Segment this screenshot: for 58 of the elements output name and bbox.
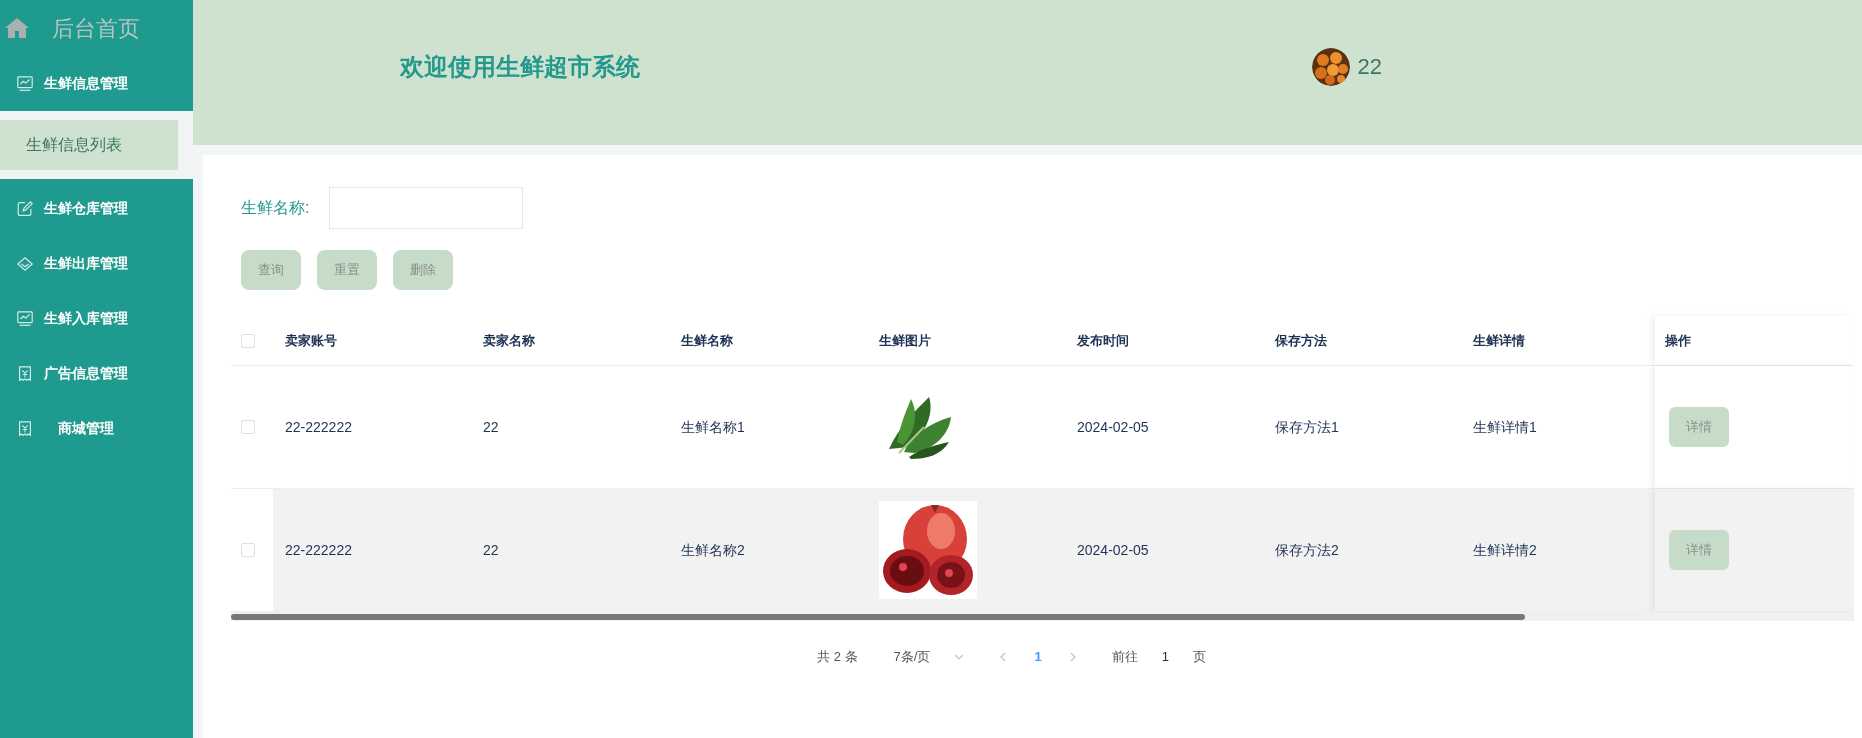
column-header: 保存方法 [1275, 332, 1327, 348]
page-suffix: 页 [1192, 648, 1206, 666]
submenu-item[interactable]: 生鲜信息列表 [0, 120, 178, 170]
column-header: 生鲜名称 [681, 332, 733, 348]
table-cell-text: 22 [483, 417, 499, 437]
column-header: 生鲜详情 [1473, 332, 1525, 348]
goto-label: 前往 [1111, 648, 1138, 666]
table-cell-text: 生鲜名称2 [681, 540, 745, 560]
chevron-down-icon [954, 653, 965, 660]
chart-icon [16, 74, 34, 93]
checkbox[interactable] [241, 333, 255, 348]
input-field[interactable] [329, 187, 524, 229]
sidebar-item[interactable]: 生鲜信息管理 [0, 56, 193, 111]
sidebar-item[interactable]: 生鲜出库管理 [0, 236, 193, 291]
table-cell-text: 2024-02-05 [1077, 540, 1149, 560]
table-cell-text: 保存方法1 [1275, 417, 1339, 437]
scrollbar-thumb[interactable] [231, 614, 1525, 620]
next-page-icon[interactable] [1069, 651, 1076, 662]
page-number[interactable]: 1 [1026, 647, 1050, 667]
checkbox[interactable] [241, 543, 255, 557]
table-cell-text: 保存方法2 [1275, 540, 1339, 560]
table-row[interactable]: 22-222222 22 生鲜名称2 2024-02-05 保存方法2 生鲜详情2 详情 [273, 489, 1854, 611]
diamond-icon [16, 254, 34, 273]
chart-icon [16, 309, 34, 328]
page-title: 欢迎使用生鲜超市系统 [400, 51, 640, 82]
delete-button[interactable]: 删除 [393, 250, 453, 290]
home-icon [4, 17, 30, 39]
page-size-select[interactable]: 7条/页 [893, 647, 965, 667]
column-header: 发布时间 [1077, 332, 1129, 348]
field-label: 生鲜名称: [241, 198, 310, 218]
table-cell-text: 22 [483, 540, 499, 560]
table-cell-text: 22-222222 [285, 540, 352, 560]
edit-icon [16, 199, 34, 218]
reset-button[interactable]: 重置 [317, 250, 377, 290]
column-header: 卖家账号 [285, 332, 337, 348]
sidebar-item[interactable]: 后台首页 [52, 11, 140, 45]
table-cell-text: 生鲜详情1 [1473, 417, 1537, 437]
user-name: 22 [1357, 53, 1382, 81]
column-header: 生鲜图片 [879, 332, 931, 348]
sidebar-item[interactable]: 生鲜仓库管理 [0, 181, 193, 236]
receipt-icon [16, 364, 34, 383]
sidebar-item[interactable]: 生鲜入库管理 [0, 291, 193, 346]
prev-page-icon[interactable] [1000, 651, 1007, 662]
total-count: 共 2 条 [817, 648, 858, 666]
table-cell-text: 生鲜名称1 [681, 417, 745, 437]
sidebar-item[interactable]: 商城管理 [0, 401, 193, 456]
column-header: 卖家名称 [483, 332, 535, 348]
table-cell-text: 生鲜详情2 [1473, 540, 1537, 560]
checkbox[interactable] [241, 420, 255, 434]
search-button[interactable]: 查询 [241, 250, 301, 290]
column-header: 操作 [1665, 331, 1691, 350]
table-cell-text: 22-222222 [285, 417, 352, 437]
table-cell-text: 2024-02-05 [1077, 417, 1149, 437]
details-button[interactable]: 详情 [1669, 530, 1729, 570]
sidebar-item[interactable]: 广告信息管理 [0, 346, 193, 401]
page-input[interactable]: 1 [1157, 647, 1173, 667]
receipt-icon [16, 419, 34, 438]
details-button[interactable]: 详情 [1669, 407, 1729, 447]
